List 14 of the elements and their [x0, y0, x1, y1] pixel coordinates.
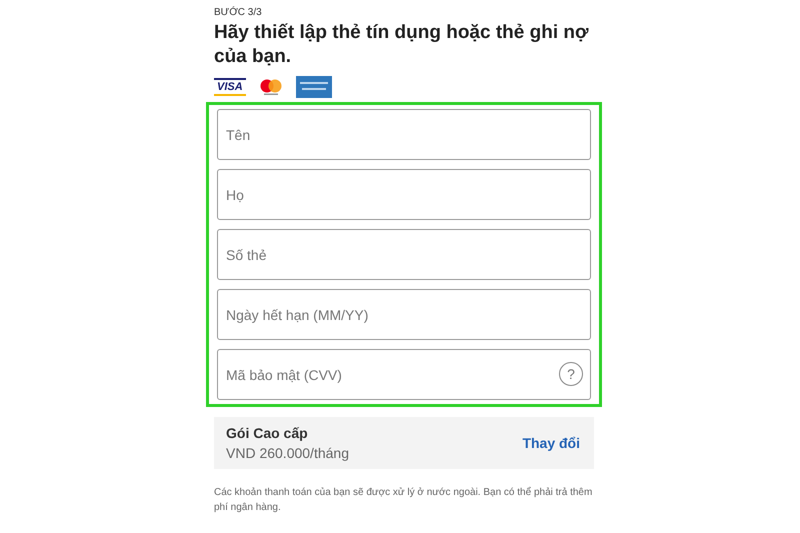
circles-logo-icon [258, 78, 284, 96]
page-title: Hãy thiết lập thẻ tín dụng hoặc thẻ ghi nợ của bạn. [214, 21, 590, 69]
plan-name: Gói Cao cấp [226, 425, 309, 441]
help-icon[interactable]: ? [559, 362, 583, 386]
input-field[interactable]: Họ [217, 169, 591, 220]
plan-price: VND 260.000/tháng [226, 445, 349, 461]
input-field[interactable]: Ngày hết hạn (MM/YY) [217, 289, 591, 340]
change-link[interactable]: Thay đổi [522, 435, 580, 451]
step-label: BƯỚC 3/3 [214, 7, 263, 18]
input-field[interactable]: Số thẻ [217, 229, 591, 280]
input-field[interactable]: Tên [217, 109, 591, 160]
payment-note: Các khoản thanh toán của bạn sẽ được xử lý ở nước ngoài. Bạn có thể phải trả thêm phí ngân hàng. [214, 486, 594, 515]
card-logo-icon [296, 76, 332, 98]
visa-logo: VISA [214, 78, 246, 96]
